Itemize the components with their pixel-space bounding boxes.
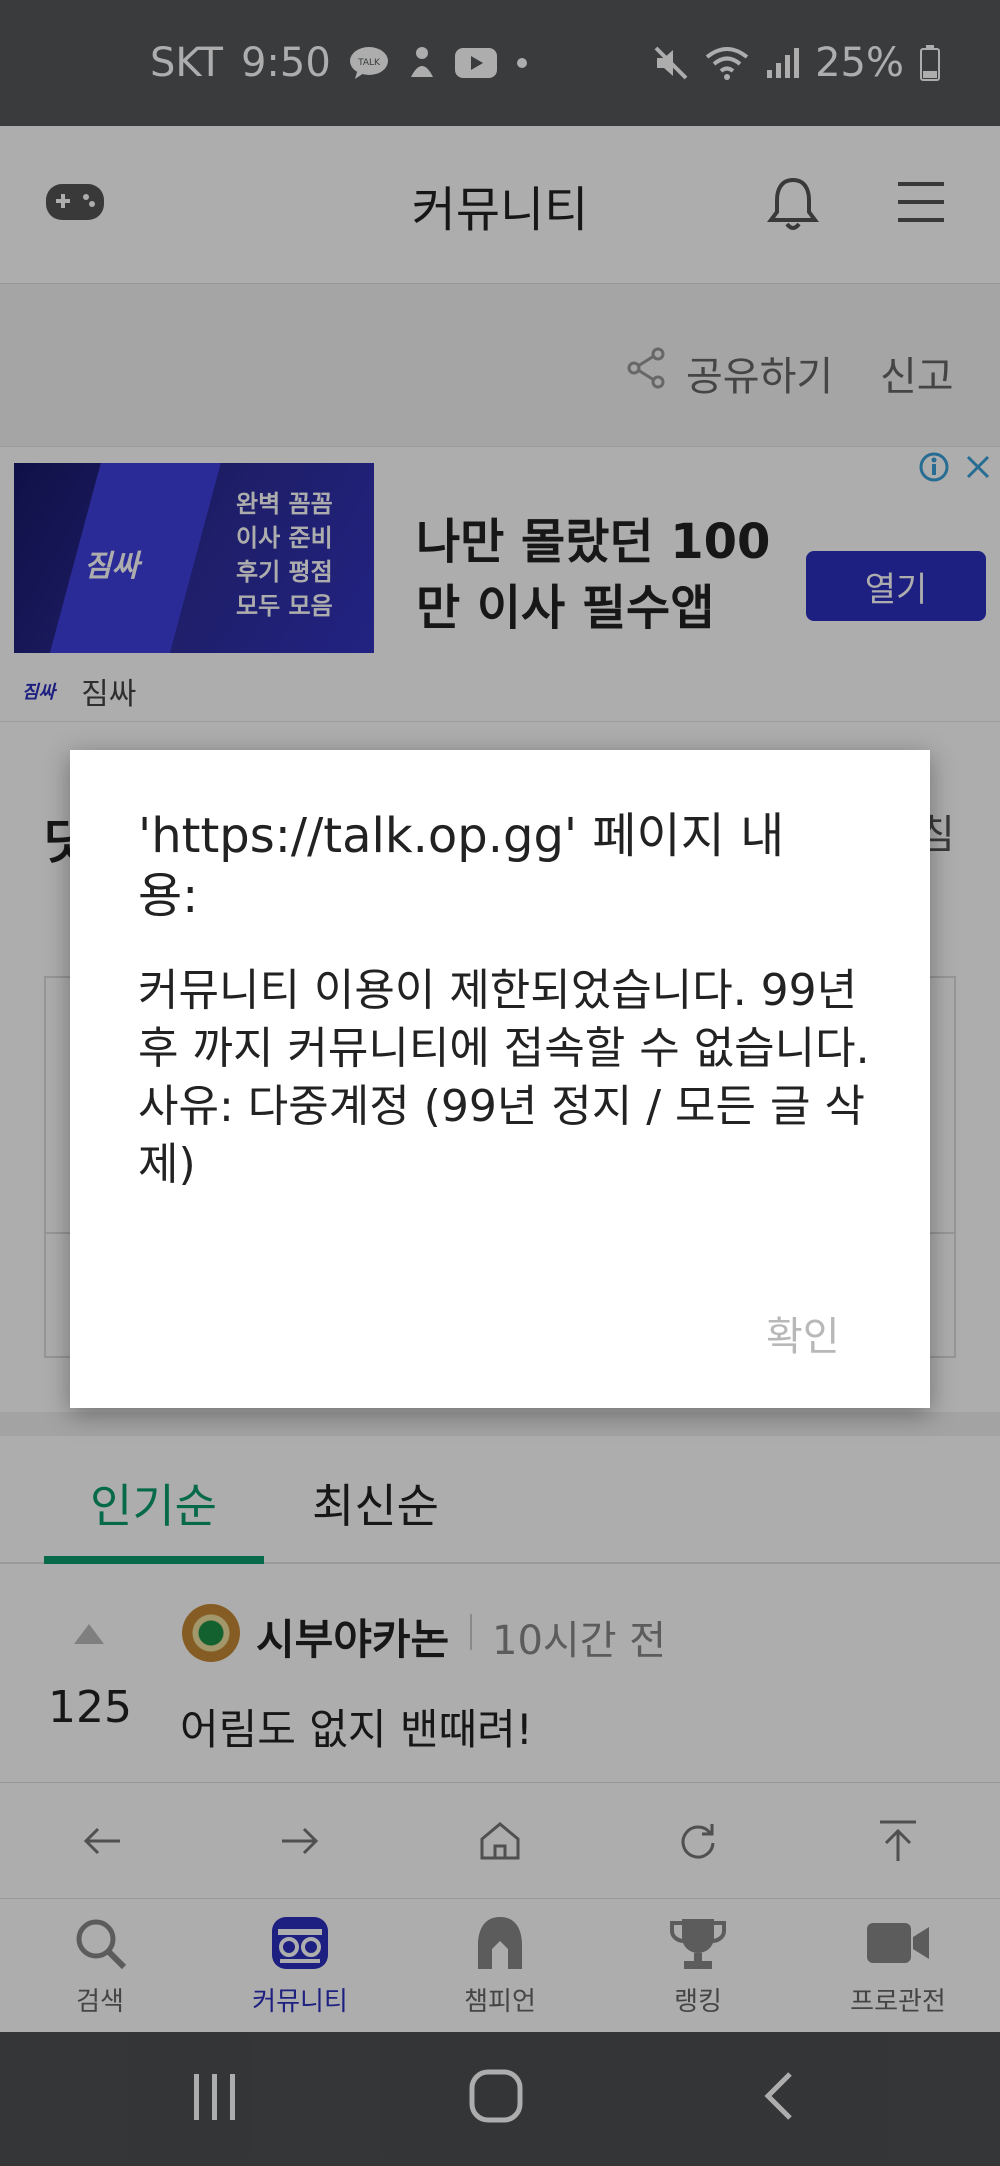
dialog-message: 커뮤니티 이용이 제한되었습니다. 99년 후 까지 커뮤니티에 접속할 수 없…: [138, 965, 870, 1190]
alert-dialog: 'https://talk.op.gg' 페이지 내용: 커뮤니티 이용이 제한…: [70, 750, 930, 1408]
dialog-title: 'https://talk.op.gg' 페이지 내용:: [138, 808, 785, 924]
dialog-ok-button[interactable]: 확인: [766, 1304, 840, 1362]
